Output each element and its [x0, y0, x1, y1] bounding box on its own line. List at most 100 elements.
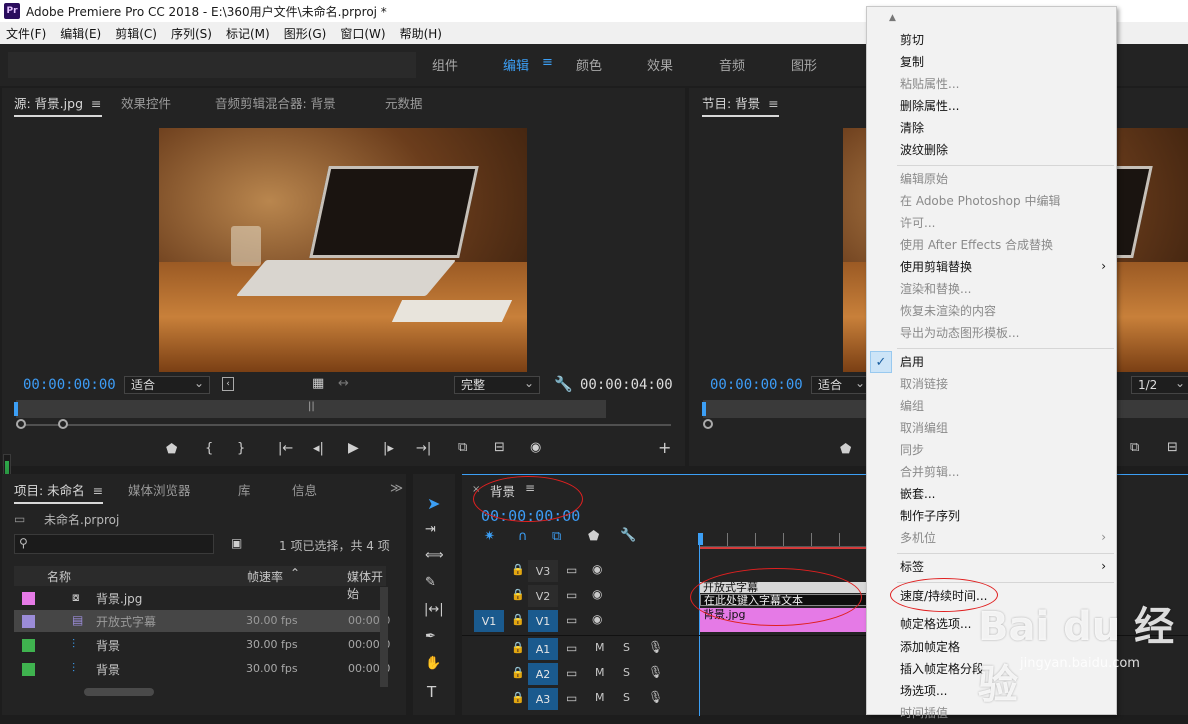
track-target-v3[interactable]: V3 [528, 560, 558, 582]
menu-item-clear[interactable]: 清除 [900, 117, 924, 139]
go-to-out-icon[interactable]: →| [416, 441, 431, 456]
panel-menu-icon[interactable]: ≡ [91, 96, 101, 111]
program-lift-icon[interactable]: ⧉ [1130, 440, 1139, 455]
menu-item-replace-with-ae[interactable]: 使用 After Effects 合成替换 [900, 234, 1053, 256]
project-item[interactable]: ⫶ 背景 30.00 fps 00:00:0 [14, 658, 390, 680]
source-patch-v1[interactable]: V1 [474, 610, 504, 632]
sync-lock-icon[interactable]: ▭ [566, 563, 577, 577]
insert-icon[interactable]: ⧉ [458, 440, 467, 455]
source-zoom-bar[interactable] [16, 424, 671, 426]
project-search-input[interactable]: ⚲ [14, 534, 214, 554]
panel-overflow-icon[interactable]: ≫ [390, 480, 403, 495]
sync-lock-icon[interactable]: ▭ [566, 588, 577, 602]
mute-button[interactable]: M [595, 666, 605, 679]
menu-item-synchronize[interactable]: 同步 [900, 439, 924, 461]
selection-tool-icon[interactable]: ➤ [427, 494, 440, 513]
menu-item-ripple-delete[interactable]: 波纹删除 [900, 139, 948, 161]
step-forward-icon[interactable]: |▸ [383, 441, 394, 456]
solo-button[interactable]: S [623, 641, 630, 654]
mark-in-icon[interactable]: { [205, 441, 213, 456]
menu-item-field-options[interactable]: 场选项... [900, 680, 947, 702]
wrench-icon[interactable]: 🔧 [554, 375, 573, 393]
button-editor-icon[interactable]: + [658, 438, 671, 457]
new-bin-from-search-icon[interactable]: ▣ [231, 536, 242, 550]
program-playhead-timecode[interactable]: 00:00:00:00 [710, 377, 803, 393]
menu-help[interactable]: 帮助(H) [400, 25, 442, 42]
project-item-selected[interactable]: ▤ 开放式字幕 30.00 fps 00:00:0 [14, 610, 390, 632]
track-select-tool-icon[interactable]: ⇥ [425, 522, 436, 537]
tab-libraries[interactable]: 库 [238, 480, 251, 499]
project-item[interactable]: ⫶ 背景 30.00 fps 00:00:0 [14, 634, 390, 656]
lock-icon[interactable]: 🔒 [511, 641, 525, 654]
overwrite-icon[interactable]: ⊟ [494, 440, 505, 455]
sync-lock-icon[interactable]: ▭ [566, 691, 577, 705]
eye-icon[interactable]: ◉ [592, 587, 602, 601]
menu-item-unlink[interactable]: 取消链接 [900, 373, 948, 395]
menu-item-replace-with-clip[interactable]: 使用剪辑替换 [900, 256, 972, 278]
step-back-icon[interactable]: ◂| [313, 441, 324, 456]
microphone-icon[interactable]: 🎙 [648, 665, 663, 679]
workspace-tab-assembly[interactable]: 组件 [432, 55, 458, 74]
track-target-v1[interactable]: V1 [528, 610, 558, 632]
col-name[interactable]: 名称 [47, 568, 71, 585]
menu-item-merge-clips[interactable]: 合并剪辑... [900, 461, 959, 483]
tab-metadata[interactable]: 元数据 [385, 93, 423, 112]
menu-item-restore-unrendered[interactable]: 恢复未渲染的内容 [900, 300, 996, 322]
menu-item-make-subsequence[interactable]: 制作子序列 [900, 505, 960, 527]
eye-icon[interactable]: ◉ [592, 612, 602, 626]
menu-graphics[interactable]: 图形(G) [284, 25, 327, 42]
workspace-tab-audio[interactable]: 音频 [719, 55, 745, 74]
solo-button[interactable]: S [623, 691, 630, 704]
go-to-in-icon[interactable]: |← [278, 441, 293, 456]
workspace-tab-effects[interactable]: 效果 [647, 55, 673, 74]
drag-video-icon[interactable]: ↔ [338, 376, 349, 391]
menu-item-multi-camera[interactable]: 多机位 [900, 527, 936, 549]
export-frame-icon[interactable]: ◉ [530, 440, 541, 455]
play-icon[interactable]: ▶ [348, 440, 359, 456]
microphone-icon[interactable]: 🎙 [648, 640, 663, 654]
tab-media-browser[interactable]: 媒体浏览器 [128, 480, 191, 499]
program-playhead[interactable] [702, 402, 706, 416]
safe-margins-icon[interactable]: ‹ [222, 377, 234, 391]
project-item[interactable]: ⧇ 背景.jpg [14, 587, 386, 609]
workspace-tab-editing[interactable]: 编辑 [503, 55, 529, 74]
menu-item-insert-frame-hold-segment[interactable]: 插入帧定格分段 [900, 658, 984, 680]
menu-item-copy[interactable]: 复制 [900, 51, 924, 73]
track-target-a2[interactable]: A2 [528, 663, 558, 685]
lock-icon[interactable]: 🔒 [511, 613, 525, 626]
tab-source[interactable]: 源: 背景.jpg ≡ [14, 93, 102, 117]
pen-tool-icon[interactable]: ✒ [425, 629, 436, 644]
workspace-tab-graphics[interactable]: 图形 [791, 55, 817, 74]
program-add-marker-icon[interactable]: ⬟ [840, 442, 851, 457]
source-playhead-timecode[interactable]: 00:00:00:00 [23, 377, 116, 393]
tab-effect-controls[interactable]: 效果控件 [121, 93, 171, 112]
linked-selection-icon[interactable]: ⧉ [552, 529, 561, 544]
program-fit-dropdown[interactable]: 适合 [811, 375, 871, 394]
sync-lock-icon[interactable]: ▭ [566, 641, 577, 655]
zoom-handle-right[interactable] [58, 419, 68, 429]
source-fit-dropdown[interactable]: 适合 [124, 375, 210, 394]
razor-tool-icon[interactable]: ✎ [425, 575, 436, 590]
hand-tool-icon[interactable]: ✋ [425, 656, 441, 671]
track-target-a3[interactable]: A3 [528, 688, 558, 710]
project-horizontal-scrollbar[interactable] [84, 688, 154, 696]
program-zoom-handle[interactable] [703, 419, 713, 429]
label-color-swatch[interactable] [22, 592, 35, 605]
eye-icon[interactable]: ◉ [592, 562, 602, 576]
track-target-a1[interactable]: A1 [528, 638, 558, 660]
menu-item-cut[interactable]: 剪切 [900, 29, 924, 51]
menu-item-enable[interactable]: 启用 [900, 351, 924, 373]
menu-edit[interactable]: 编辑(E) [60, 25, 101, 42]
menu-item-edit-original[interactable]: 编辑原始 [900, 168, 948, 190]
menu-item-render-and-replace[interactable]: 渲染和替换... [900, 278, 971, 300]
menu-item-time-interpolation[interactable]: 时间插值 [900, 702, 948, 724]
nest-toggle-icon[interactable]: ✷ [484, 529, 495, 544]
sync-lock-icon[interactable]: ▭ [566, 613, 577, 627]
timeline-settings-icon[interactable]: 🔧 [620, 528, 636, 543]
mute-button[interactable]: M [595, 691, 605, 704]
menu-clip[interactable]: 剪辑(C) [115, 25, 157, 42]
timeline-playhead[interactable] [698, 533, 703, 545]
program-extract-icon[interactable]: ⊟ [1167, 440, 1178, 455]
lock-icon[interactable]: 🔒 [511, 666, 525, 679]
lock-icon[interactable]: 🔒 [511, 588, 525, 601]
